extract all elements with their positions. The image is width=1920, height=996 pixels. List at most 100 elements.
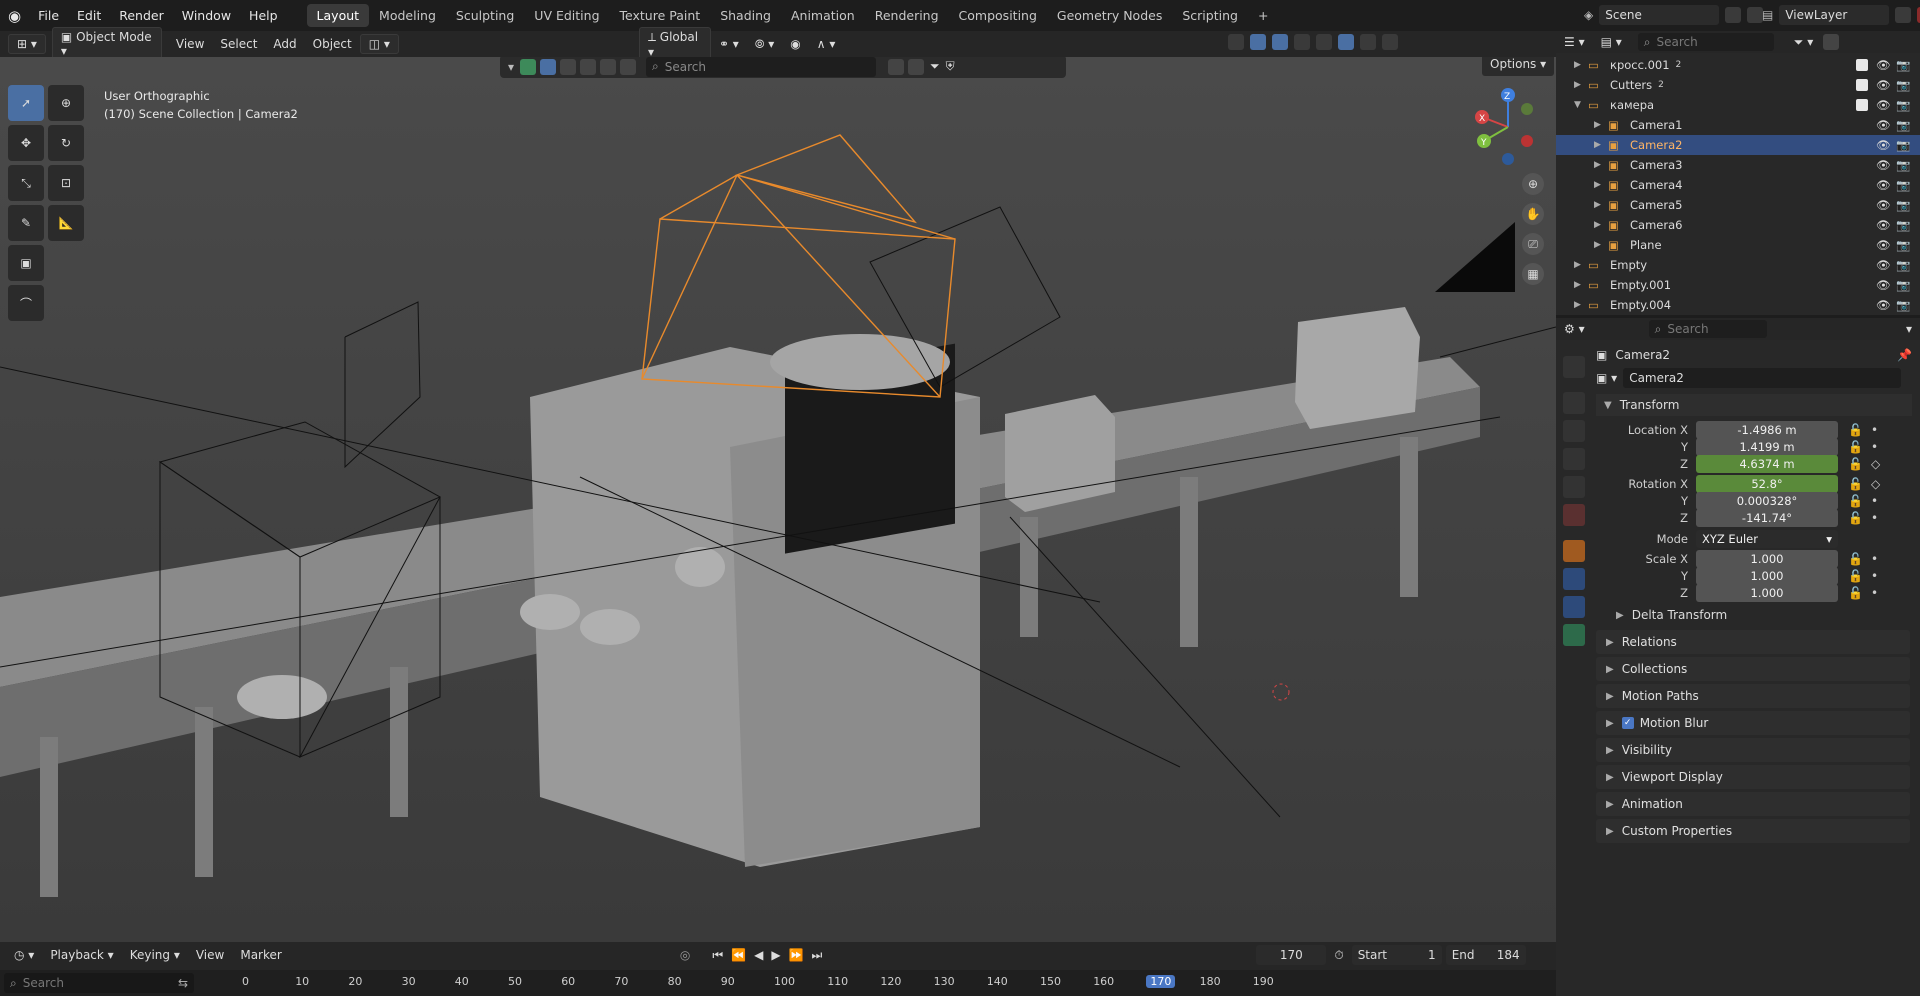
- solid-shading-icon[interactable]: [1338, 34, 1354, 50]
- expand-chevron-icon[interactable]: ▶: [1594, 240, 1608, 250]
- world-tab-icon[interactable]: [1563, 504, 1585, 526]
- location-z-field[interactable]: 4.6374 m: [1696, 455, 1838, 473]
- expand-chevron-icon[interactable]: ▼: [1574, 100, 1588, 110]
- sort-icon[interactable]: [908, 58, 925, 75]
- expand-chevron-icon[interactable]: ▶: [1594, 160, 1608, 170]
- panel-animation[interactable]: ▶ Animation: [1596, 792, 1910, 816]
- render-camera-icon[interactable]: 📷: [1896, 78, 1910, 92]
- expand-chevron-icon[interactable]: ▶: [1574, 280, 1588, 290]
- stopwatch-icon[interactable]: ⏱: [1334, 948, 1343, 963]
- proportional-edit-icon[interactable]: ◉: [782, 35, 808, 53]
- keyframe-dot-icon[interactable]: •: [1871, 586, 1878, 600]
- pan-hand-icon[interactable]: ✋: [1522, 203, 1544, 225]
- tab-modeling[interactable]: Modeling: [369, 4, 446, 27]
- cursor-tool[interactable]: ⊕: [48, 85, 84, 121]
- eye-icon[interactable]: 👁: [1876, 298, 1891, 312]
- eye-icon[interactable]: 👁: [1876, 78, 1891, 92]
- eye-icon[interactable]: 👁: [1876, 98, 1891, 112]
- current-frame-field[interactable]: 170: [1256, 945, 1327, 965]
- filter-icon[interactable]: ⏷ ▾: [1794, 35, 1813, 50]
- navigation-gizmo[interactable]: Z X Y: [1470, 87, 1550, 167]
- record-icon[interactable]: ◎: [680, 948, 690, 962]
- expand-chevron-icon[interactable]: ▶: [1594, 120, 1608, 130]
- gizmo-toggle-icon[interactable]: [1250, 34, 1266, 50]
- camera-view-icon[interactable]: ⎚: [1522, 233, 1544, 255]
- delta-transform-header[interactable]: ▶ Delta Transform: [1616, 608, 1727, 622]
- add-workspace-button[interactable]: +: [1248, 4, 1278, 27]
- object-type-icon[interactable]: ▣ ▾: [1596, 371, 1617, 385]
- tab-rendering[interactable]: Rendering: [865, 4, 949, 27]
- render-camera-icon[interactable]: 📷: [1896, 258, 1910, 272]
- scene-field[interactable]: Scene: [1599, 5, 1720, 25]
- jump-end-icon[interactable]: ⏭: [812, 948, 823, 963]
- tab-shading[interactable]: Shading: [710, 4, 781, 27]
- expand-chevron-icon[interactable]: ▶: [1574, 80, 1588, 90]
- tab-layout[interactable]: Layout: [306, 4, 370, 27]
- eye-icon[interactable]: 👁: [1876, 238, 1891, 252]
- panel-visibility[interactable]: ▶ Visibility: [1596, 738, 1910, 762]
- outliner-item[interactable]: ▶ ▣ Camera4 👁 📷: [1556, 175, 1920, 195]
- funnel-icon[interactable]: ⏷: [930, 59, 940, 74]
- xray-icon[interactable]: [1294, 34, 1310, 50]
- tab-scripting[interactable]: Scripting: [1172, 4, 1248, 27]
- exclude-checkbox[interactable]: [1856, 59, 1868, 71]
- eye-icon[interactable]: 👁: [1876, 178, 1891, 192]
- outliner-item[interactable]: ▶ ▭ Cutters 2 👁 📷: [1556, 75, 1920, 95]
- tool-tab-icon[interactable]: [1563, 356, 1585, 378]
- render-camera-icon[interactable]: 📷: [1896, 58, 1910, 72]
- timeline-search-input[interactable]: ⌕ Search ⇆: [4, 973, 194, 993]
- output-tab-icon[interactable]: [1563, 420, 1585, 442]
- viewport-search-input[interactable]: ⌕ Search: [646, 57, 877, 77]
- select-box-tool[interactable]: ➚: [8, 85, 44, 121]
- outliner-item[interactable]: ▶ ▣ Plane 👁 📷: [1556, 235, 1920, 255]
- menu-view[interactable]: View: [168, 35, 212, 53]
- filter-icon-4[interactable]: [600, 58, 617, 75]
- menu-playback[interactable]: Playback ▾: [42, 946, 121, 964]
- render-camera-icon[interactable]: 📷: [1896, 138, 1910, 152]
- next-key-icon[interactable]: ⏩: [789, 948, 804, 962]
- menu-help[interactable]: Help: [240, 8, 287, 23]
- filter-icon-3[interactable]: [580, 58, 597, 75]
- mode-dropdown[interactable]: ▣ Object Mode ▾: [51, 27, 162, 61]
- grid-view-icon[interactable]: ▦: [1522, 263, 1544, 285]
- prev-key-icon[interactable]: ⏪: [731, 948, 746, 962]
- keyframe-diamond-icon[interactable]: ◇: [1871, 457, 1880, 471]
- render-tab-icon[interactable]: [1563, 392, 1585, 414]
- motion-blur-checkbox[interactable]: ✓: [1621, 717, 1634, 729]
- lock-icon[interactable]: 🔓: [1848, 586, 1863, 600]
- expand-chevron-icon[interactable]: ▶: [1574, 260, 1588, 270]
- expand-chevron-icon[interactable]: ▶: [1594, 220, 1608, 230]
- shield-icon[interactable]: ⛨: [946, 59, 955, 74]
- zoom-icon[interactable]: ⊕: [1522, 173, 1544, 195]
- rotation-mode-dropdown[interactable]: XYZ Euler ▾: [1696, 530, 1838, 548]
- rotation-z-field[interactable]: -141.74°: [1696, 509, 1838, 527]
- measure-tool[interactable]: 📐: [48, 205, 84, 241]
- 3d-viewport[interactable]: User Orthographic (170) Scene Collection…: [0, 57, 1556, 942]
- menu-keying[interactable]: Keying ▾: [122, 946, 188, 964]
- material-shading-icon[interactable]: [1360, 34, 1376, 50]
- outliner-item[interactable]: ▶ ▣ Camera6 👁 📷: [1556, 215, 1920, 235]
- eye-icon[interactable]: 👁: [1876, 258, 1891, 272]
- new-viewlayer-icon[interactable]: [1895, 7, 1912, 23]
- render-camera-icon[interactable]: 📷: [1896, 238, 1910, 252]
- eye-icon[interactable]: 👁: [1876, 58, 1891, 72]
- eye-icon[interactable]: 👁: [1876, 198, 1891, 212]
- menu-object[interactable]: Object: [305, 35, 360, 53]
- transform-tool[interactable]: ⊡: [48, 165, 84, 201]
- properties-search-input[interactable]: ⌕ Search: [1648, 320, 1767, 338]
- render-camera-icon[interactable]: 📷: [1896, 118, 1910, 132]
- delete-scene-icon[interactable]: [1747, 7, 1764, 23]
- object-types-icon[interactable]: [520, 58, 537, 75]
- clock-icon[interactable]: ◷ ▾: [6, 946, 42, 964]
- chevron-down-icon[interactable]: ▾: [1906, 322, 1912, 336]
- lock-icon[interactable]: 🔓: [1848, 511, 1863, 525]
- eye-icon[interactable]: 👁: [1876, 118, 1891, 132]
- exclude-checkbox[interactable]: [1856, 99, 1868, 111]
- object-name-input[interactable]: Camera2: [1623, 368, 1902, 388]
- play-icon[interactable]: ▶: [771, 948, 780, 962]
- outliner-search-input[interactable]: ⌕ Search: [1637, 33, 1774, 51]
- outliner-item[interactable]: ▶ ▭ кросс.001 2 👁 📷: [1556, 55, 1920, 75]
- panel-collections[interactable]: ▶ Collections: [1596, 657, 1910, 681]
- menu-add[interactable]: Add: [265, 35, 304, 53]
- eye-icon[interactable]: 👁: [1876, 278, 1891, 292]
